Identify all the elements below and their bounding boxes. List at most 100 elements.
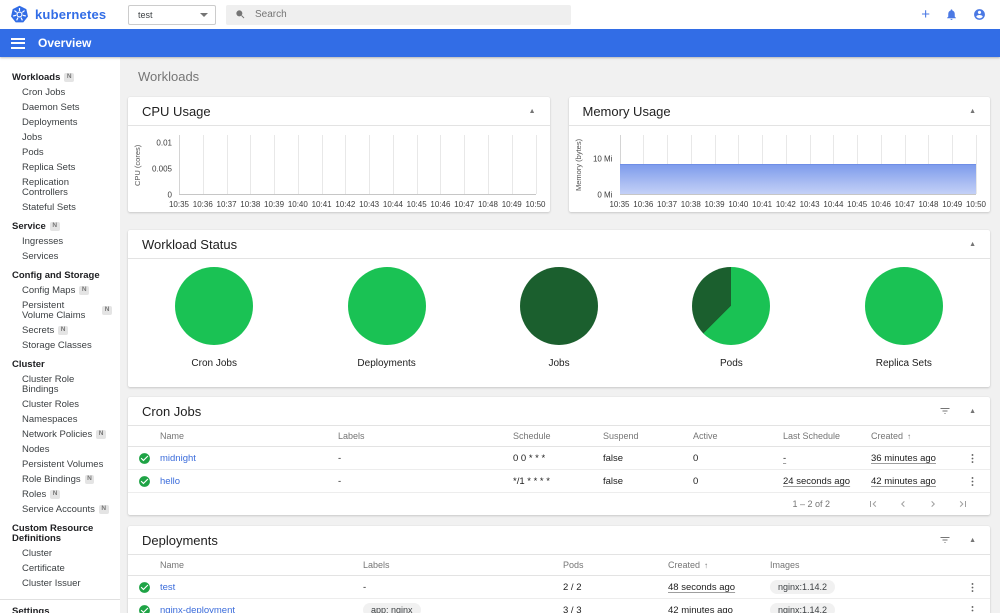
memory-plot-area [619, 135, 977, 195]
column-header-schedule[interactable]: Schedule [513, 431, 603, 441]
column-header-labels[interactable]: Labels [363, 560, 563, 570]
create-resource-button[interactable]: + [921, 7, 930, 22]
collapse-button[interactable]: ▲ [969, 108, 976, 115]
x-axis-tick: 10:48 [918, 200, 939, 209]
sidebar-item-certificate[interactable]: Certificate [0, 561, 120, 576]
x-axis-tick: 10:35 [168, 200, 190, 209]
sidebar-item-ingresses[interactable]: Ingresses [0, 234, 120, 249]
notifications-button[interactable] [945, 8, 958, 21]
search-icon [235, 9, 246, 20]
row-menu-button[interactable] [964, 450, 981, 467]
relative-time: - [783, 452, 787, 464]
namespace-selector[interactable]: test [128, 4, 216, 25]
sidebar-item-network-policies[interactable]: Network Policies N [0, 427, 120, 442]
x-axis-tick: 10:43 [799, 200, 820, 209]
sidebar-section-config-and-storage[interactable]: Config and Storage [0, 268, 120, 283]
sidebar-item-replication-controllers[interactable]: Replication Controllers [0, 175, 120, 200]
row-menu [954, 450, 990, 467]
column-header-last-schedule[interactable]: Last Schedule [783, 431, 871, 441]
namespaced-badge: N [58, 325, 68, 336]
resource-link[interactable]: test [160, 582, 175, 593]
sidebar-item-jobs[interactable]: Jobs [0, 130, 120, 145]
cell-value: false [603, 475, 624, 487]
kubernetes-logo[interactable]: kubernetes [10, 5, 122, 24]
y-axis-tick: 0.005 [151, 164, 172, 174]
deployments-table: Name Labels Pods Created ↑ Images test -2 / 2 48… [128, 555, 990, 613]
sidebar-item-role-bindings[interactable]: Role Bindings N [0, 472, 120, 487]
sidebar-item-label: Services [22, 250, 59, 262]
collapse-button[interactable]: ▲ [969, 537, 976, 544]
row-menu-button[interactable] [964, 579, 981, 596]
x-axis-tick: 10:37 [216, 200, 237, 209]
sidebar-item-cluster-issuer[interactable]: Cluster Issuer [0, 576, 120, 591]
gridline [274, 135, 276, 194]
previous-page-button[interactable] [888, 498, 918, 510]
gridline [464, 135, 466, 194]
column-header-label: Created [668, 560, 701, 570]
sidebar-section-workloads[interactable]: Workloads N [0, 70, 120, 85]
column-header-created[interactable]: Created ↑ [871, 431, 954, 441]
search-bar[interactable] [226, 4, 571, 25]
sidebar-item-persistent-volume-claims[interactable]: Persistent Volume Claims N [0, 298, 120, 323]
column-header-labels[interactable]: Labels [338, 431, 513, 441]
row-menu-button[interactable] [964, 602, 981, 613]
sidebar-item-roles[interactable]: Roles N [0, 487, 120, 502]
search-input[interactable] [255, 9, 562, 20]
sidebar-item-daemon-sets[interactable]: Daemon Sets [0, 100, 120, 115]
column-header-active[interactable]: Active [693, 431, 783, 441]
namespaced-badge: N [64, 72, 75, 83]
sidebar-item-config-maps[interactable]: Config Maps N [0, 283, 120, 298]
sidebar-item-replica-sets[interactable]: Replica Sets [0, 160, 120, 175]
sidebar-item-storage-classes[interactable]: Storage Classes [0, 338, 120, 353]
sidebar-item-namespaces[interactable]: Namespaces [0, 412, 120, 427]
collapse-button[interactable]: ▲ [529, 108, 536, 115]
last-page-button[interactable] [948, 498, 978, 510]
column-header-pods[interactable]: Pods [563, 560, 668, 570]
column-header-created[interactable]: Created ↑ [668, 560, 770, 570]
filter-button[interactable] [939, 405, 951, 417]
next-page-button[interactable] [918, 498, 948, 510]
collapse-button[interactable]: ▲ [969, 408, 976, 415]
column-header-suspend[interactable]: Suspend [603, 431, 693, 441]
sidebar-item-cluster-roles[interactable]: Cluster Roles [0, 397, 120, 412]
sidebar-item-persistent-volumes[interactable]: Persistent Volumes [0, 457, 120, 472]
sidebar-item-stateful-sets[interactable]: Stateful Sets [0, 200, 120, 215]
account-button[interactable] [973, 8, 986, 21]
first-page-button[interactable] [858, 498, 888, 510]
column-header-images[interactable]: Images [770, 560, 954, 570]
menu-icon[interactable] [11, 37, 25, 49]
workload-status-cron-jobs: Cron Jobs [128, 267, 300, 369]
sidebar-item-settings[interactable]: Settings [0, 604, 120, 613]
bell-icon [945, 8, 958, 21]
sidebar-item-service-accounts[interactable]: Service Accounts N [0, 502, 120, 517]
sidebar-item-secrets[interactable]: Secrets N [0, 323, 120, 338]
gridline [369, 135, 371, 194]
sidebar-item-cluster[interactable]: Cluster [0, 546, 120, 561]
row-menu-button[interactable] [964, 473, 981, 490]
resource-link[interactable]: nginx-deployment [160, 605, 235, 613]
column-header-name[interactable]: Name [160, 431, 338, 441]
sidebar-item-deployments[interactable]: Deployments [0, 115, 120, 130]
cell-created: 48 seconds ago [668, 582, 770, 593]
sidebar-item-services[interactable]: Services [0, 249, 120, 264]
collapse-button[interactable]: ▲ [969, 241, 976, 248]
sidebar-section-service[interactable]: Service N [0, 219, 120, 234]
sidebar-item-nodes[interactable]: Nodes [0, 442, 120, 457]
cell-schedule: */1 * * * * [513, 476, 603, 487]
label-chip: app: nginx [363, 603, 421, 613]
sidebar-item-pods[interactable]: Pods [0, 145, 120, 160]
sidebar-item-cluster-role-bindings[interactable]: Cluster Role Bindings [0, 372, 120, 397]
resource-link[interactable]: midnight [160, 453, 196, 464]
filter-button[interactable] [939, 534, 951, 546]
sort-ascending-icon: ↑ [907, 431, 912, 441]
cell-value: 0 [693, 475, 699, 487]
cell-active: 0 [693, 453, 783, 464]
memory-area-series [619, 164, 976, 194]
sidebar-section-cluster[interactable]: Cluster [0, 357, 120, 372]
sidebar-section-custom-resource-definitions[interactable]: Custom Resource Definitions [0, 521, 120, 546]
resource-link[interactable]: hello [160, 476, 180, 487]
sidebar-item-label: Replication Controllers [22, 176, 69, 198]
sidebar-item-cron-jobs[interactable]: Cron Jobs [0, 85, 120, 100]
row-menu [954, 579, 990, 596]
column-header-name[interactable]: Name [160, 560, 363, 570]
